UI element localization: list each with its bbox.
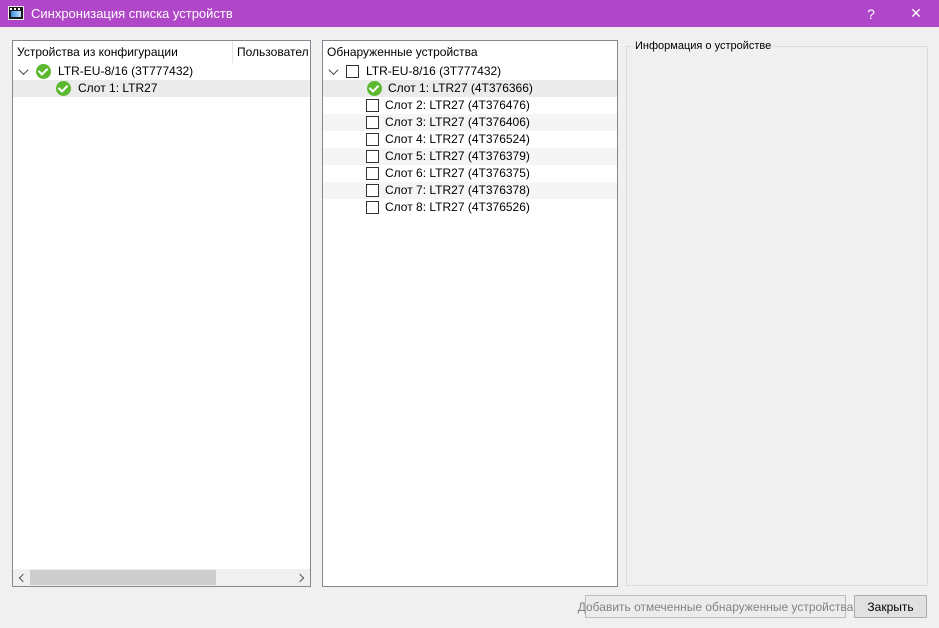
checkbox[interactable] bbox=[366, 167, 379, 180]
close-button[interactable]: Закрыть bbox=[854, 595, 927, 618]
config-tree-header: Устройства из конфигурации Пользовател bbox=[13, 41, 310, 63]
tree-item-label: Слот 4: LTR27 (4T376524) bbox=[385, 132, 530, 146]
checkbox[interactable] bbox=[366, 116, 379, 129]
tree-row-detected-slot-4[interactable]: Слот 4: LTR27 (4T376524) bbox=[323, 131, 617, 148]
title-bar: Синхронизация списка устройств ? ✕ bbox=[0, 0, 939, 27]
tree-item-label: Слот 8: LTR27 (4T376526) bbox=[385, 200, 530, 214]
tree-row-detected-slot-5[interactable]: Слот 5: LTR27 (4T376379) bbox=[323, 148, 617, 165]
tree-item-label: Слот 2: LTR27 (4T376476) bbox=[385, 98, 530, 112]
checkbox[interactable] bbox=[366, 201, 379, 214]
checkbox[interactable] bbox=[366, 184, 379, 197]
tree-row-detected-root[interactable]: LTR-EU-8/16 (3T777432) bbox=[323, 63, 617, 80]
check-circle-icon bbox=[56, 81, 71, 96]
check-circle-icon bbox=[367, 81, 382, 96]
detected-tree-header: Обнаруженные устройства bbox=[323, 41, 617, 63]
app-icon bbox=[8, 6, 24, 20]
tree-item-label: LTR-EU-8/16 (3T777432) bbox=[58, 64, 194, 78]
chevron-down-icon[interactable] bbox=[326, 63, 340, 80]
column-header-user[interactable]: Пользовател bbox=[233, 41, 310, 63]
tree-row-config-slot-1[interactable]: Слот 1: LTR27 bbox=[13, 80, 310, 97]
checkbox[interactable] bbox=[366, 133, 379, 146]
tree-item-label: Слот 7: LTR27 (4T376378) bbox=[385, 183, 530, 197]
column-header-detected-devices[interactable]: Обнаруженные устройства bbox=[323, 41, 478, 63]
check-circle-icon bbox=[36, 64, 51, 79]
tree-item-label: Слот 5: LTR27 (4T376379) bbox=[385, 149, 530, 163]
checkbox[interactable] bbox=[366, 99, 379, 112]
scroll-left-icon[interactable] bbox=[13, 569, 30, 586]
checkbox[interactable] bbox=[346, 65, 359, 78]
scrollbar-thumb[interactable] bbox=[30, 570, 216, 585]
tree-item-label: Слот 3: LTR27 (4T376406) bbox=[385, 115, 530, 129]
detected-devices-tree[interactable]: Обнаруженные устройства LTR-EU-8/16 (3T7… bbox=[322, 40, 618, 587]
tree-item-label: LTR-EU-8/16 (3T777432) bbox=[366, 64, 502, 78]
close-window-button[interactable]: ✕ bbox=[896, 0, 936, 27]
tree-row-detected-slot-2[interactable]: Слот 2: LTR27 (4T376476) bbox=[323, 97, 617, 114]
tree-row-detected-slot-7[interactable]: Слот 7: LTR27 (4T376378) bbox=[323, 182, 617, 199]
device-info-group bbox=[626, 46, 928, 586]
device-info-title: Информация о устройстве bbox=[633, 40, 774, 53]
tree-row-detected-slot-3[interactable]: Слот 3: LTR27 (4T376406) bbox=[323, 114, 617, 131]
column-header-config-devices[interactable]: Устройства из конфигурации bbox=[13, 41, 233, 63]
tree-row-detected-slot-6[interactable]: Слот 6: LTR27 (4T376375) bbox=[323, 165, 617, 182]
scroll-right-icon[interactable] bbox=[293, 569, 310, 586]
tree-row-detected-slot-8[interactable]: Слот 8: LTR27 (4T376526) bbox=[323, 199, 617, 216]
add-detected-devices-button[interactable]: Добавить отмеченные обнаруженные устройс… bbox=[578, 595, 853, 618]
tree-row-config-root[interactable]: LTR-EU-8/16 (3T777432) bbox=[13, 63, 310, 80]
checkbox[interactable] bbox=[366, 150, 379, 163]
config-devices-tree[interactable]: Устройства из конфигурации Пользовател L… bbox=[12, 40, 311, 587]
tree-row-detected-slot-1[interactable]: Слот 1: LTR27 (4T376366) bbox=[323, 80, 617, 97]
window-title: Синхронизация списка устройств bbox=[31, 6, 233, 21]
tree-item-label: Слот 1: LTR27 (4T376366) bbox=[388, 81, 533, 95]
chevron-down-icon[interactable] bbox=[16, 63, 30, 80]
horizontal-scrollbar[interactable] bbox=[13, 569, 310, 586]
tree-item-label: Слот 6: LTR27 (4T376375) bbox=[385, 166, 530, 180]
help-button[interactable]: ? bbox=[851, 0, 891, 27]
tree-item-label: Слот 1: LTR27 bbox=[78, 81, 158, 95]
